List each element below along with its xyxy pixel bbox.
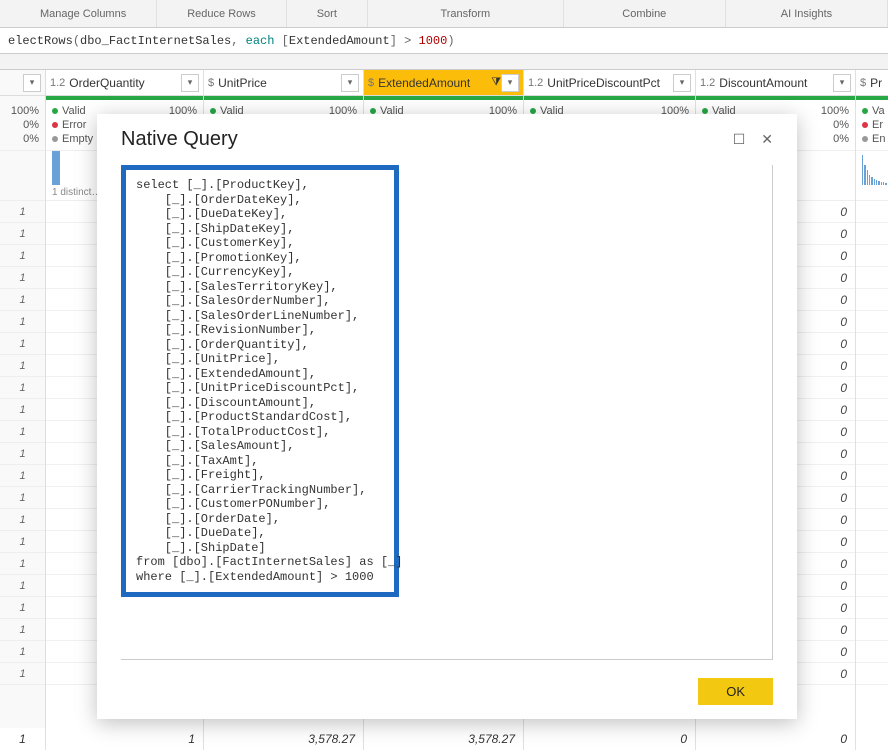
column-header[interactable]: $ ExtendedAmount⧩▾ bbox=[364, 70, 523, 96]
column-dropdown[interactable]: ▾ bbox=[181, 74, 199, 92]
filter-icon[interactable]: ⧩ bbox=[491, 76, 501, 89]
data-cell[interactable] bbox=[856, 641, 888, 663]
distribution-chart bbox=[856, 151, 888, 201]
formula-bar[interactable]: electRows(dbo_FactInternetSales, each [E… bbox=[0, 28, 888, 54]
row-number: 1 bbox=[0, 641, 45, 663]
query-text-box[interactable]: select [_].[ProductKey], [_].[OrderDateK… bbox=[121, 165, 399, 597]
row-header-dropdown[interactable]: ▾ bbox=[23, 74, 41, 92]
data-cell[interactable] bbox=[856, 377, 888, 399]
data-cell[interactable] bbox=[856, 553, 888, 575]
row-number: 1 bbox=[0, 597, 45, 619]
data-cell[interactable] bbox=[856, 619, 888, 641]
type-icon: 1.2 bbox=[700, 77, 715, 89]
row-number: 1 bbox=[0, 443, 45, 465]
dialog-title: Native Query bbox=[121, 128, 238, 151]
type-icon: $ bbox=[208, 77, 214, 89]
column-name: UnitPriceDiscountPct bbox=[547, 76, 673, 90]
column-dropdown[interactable]: ▾ bbox=[501, 74, 519, 92]
data-cell[interactable] bbox=[856, 663, 888, 685]
row-header-gutter: ▾ 100% 0% 0% 1111111111111111111111 bbox=[0, 70, 46, 750]
data-cell[interactable] bbox=[856, 267, 888, 289]
row-number: 1 bbox=[0, 487, 45, 509]
data-cell[interactable] bbox=[856, 223, 888, 245]
data-cell[interactable] bbox=[856, 531, 888, 553]
formula-text: electRows(dbo_FactInternetSales, each [E… bbox=[8, 34, 455, 48]
data-cell[interactable] bbox=[856, 487, 888, 509]
data-cell[interactable] bbox=[856, 399, 888, 421]
ribbon-group-ai-insights[interactable]: AI Insights bbox=[726, 0, 888, 27]
row-number: 1 bbox=[0, 377, 45, 399]
column-dropdown[interactable]: ▾ bbox=[833, 74, 851, 92]
data-row-last: 1 1 3,578.27 3,578.27 0 0 bbox=[0, 728, 888, 750]
row-number: 1 bbox=[0, 355, 45, 377]
column-dropdown[interactable]: ▾ bbox=[341, 74, 359, 92]
column-name: OrderQuantity bbox=[69, 76, 181, 90]
row-number: 1 bbox=[0, 663, 45, 685]
row-number: 1 bbox=[0, 289, 45, 311]
ok-button[interactable]: OK bbox=[698, 678, 773, 705]
type-icon: 1.2 bbox=[50, 77, 65, 89]
column-header[interactable]: 1.2 DiscountAmount▾ bbox=[696, 70, 855, 96]
type-icon: $ bbox=[368, 77, 374, 89]
row-number: 1 bbox=[0, 553, 45, 575]
row-number: 1 bbox=[0, 245, 45, 267]
column-header[interactable]: $ UnitPrice▾ bbox=[204, 70, 363, 96]
data-cell[interactable] bbox=[856, 333, 888, 355]
row-number: 1 bbox=[0, 619, 45, 641]
ribbon-group-manage-columns[interactable]: Manage Columns bbox=[10, 0, 157, 27]
query-text: select [_].[ProductKey], [_].[OrderDateK… bbox=[136, 178, 384, 584]
data-cell[interactable] bbox=[856, 443, 888, 465]
column-dropdown[interactable]: ▾ bbox=[673, 74, 691, 92]
data-cell[interactable] bbox=[856, 575, 888, 597]
data-cell[interactable] bbox=[856, 311, 888, 333]
ribbon-group-sort[interactable]: Sort bbox=[287, 0, 368, 27]
close-icon[interactable]: ✕ bbox=[761, 131, 773, 148]
column-name: UnitPrice bbox=[218, 76, 341, 90]
column-name: Pr bbox=[870, 76, 888, 90]
data-cell[interactable] bbox=[856, 201, 888, 223]
row-number: 1 bbox=[0, 509, 45, 531]
row-number: 1 bbox=[0, 575, 45, 597]
type-icon: $ bbox=[860, 77, 866, 89]
column-name: ExtendedAmount bbox=[378, 76, 488, 90]
row-number: 1 bbox=[0, 311, 45, 333]
native-query-dialog: Native Query ☐ ✕ select [_].[ProductKey]… bbox=[97, 114, 797, 719]
column-header[interactable]: 1.2 UnitPriceDiscountPct▾ bbox=[524, 70, 695, 96]
row-number: 1 bbox=[0, 333, 45, 355]
data-cell[interactable] bbox=[856, 355, 888, 377]
row-number: 1 bbox=[0, 465, 45, 487]
row-number: 1 bbox=[0, 531, 45, 553]
column-name: DiscountAmount bbox=[719, 76, 833, 90]
row-number: 1 bbox=[0, 201, 45, 223]
data-cell[interactable] bbox=[856, 597, 888, 619]
ribbon-group-reduce-rows[interactable]: Reduce Rows bbox=[157, 0, 286, 27]
quality-stats: VaErEn bbox=[856, 100, 888, 151]
data-cell[interactable] bbox=[856, 245, 888, 267]
row-number: 1 bbox=[0, 399, 45, 421]
ribbon-group-transform[interactable]: Transform bbox=[368, 0, 564, 27]
type-icon: 1.2 bbox=[528, 77, 543, 89]
ribbon-group-combine[interactable]: Combine bbox=[564, 0, 726, 27]
column-pr: $ Pr VaErEn bbox=[856, 70, 888, 750]
column-header[interactable]: $ Pr bbox=[856, 70, 888, 96]
row-number: 1 bbox=[0, 223, 45, 245]
ribbon-groups: Manage Columns Reduce Rows Sort Transfor… bbox=[0, 0, 888, 28]
data-cell[interactable] bbox=[856, 421, 888, 443]
data-cell[interactable] bbox=[856, 289, 888, 311]
row-number: 1 bbox=[0, 267, 45, 289]
column-header[interactable]: 1.2 OrderQuantity▾ bbox=[46, 70, 203, 96]
row-number: 1 bbox=[0, 421, 45, 443]
data-cell[interactable] bbox=[856, 465, 888, 487]
data-cell[interactable] bbox=[856, 509, 888, 531]
maximize-icon[interactable]: ☐ bbox=[733, 131, 746, 148]
